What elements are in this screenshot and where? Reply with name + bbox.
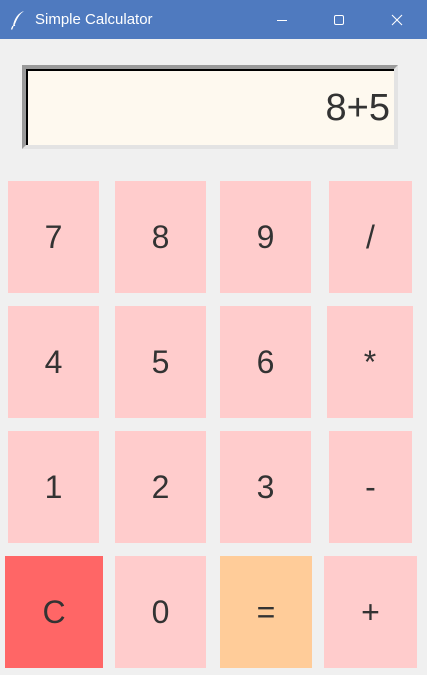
key-7[interactable]: 7: [8, 181, 99, 293]
close-icon: [391, 14, 403, 25]
key-multiply[interactable]: *: [327, 306, 413, 418]
key-8[interactable]: 8: [115, 181, 206, 293]
key-divide[interactable]: /: [329, 181, 412, 293]
key-9[interactable]: 9: [220, 181, 311, 293]
display-value: 8+5: [325, 86, 390, 129]
equals-button[interactable]: =: [220, 556, 312, 668]
key-5[interactable]: 5: [115, 306, 206, 418]
close-button[interactable]: [374, 0, 420, 39]
clear-button[interactable]: C: [5, 556, 103, 668]
maximize-button[interactable]: [316, 0, 362, 39]
minimize-button[interactable]: [259, 0, 305, 39]
maximize-icon: [334, 14, 344, 25]
calculator-display[interactable]: 8+5: [22, 65, 398, 149]
key-6[interactable]: 6: [220, 306, 311, 418]
minimize-icon: [277, 19, 287, 21]
display-entry[interactable]: 8+5: [26, 69, 394, 145]
key-1[interactable]: 1: [8, 431, 99, 543]
key-3[interactable]: 3: [220, 431, 311, 543]
key-0[interactable]: 0: [115, 556, 206, 668]
key-2[interactable]: 2: [115, 431, 206, 543]
title-bar[interactable]: Simple Calculator: [0, 0, 427, 39]
window-title: Simple Calculator: [35, 11, 153, 28]
key-subtract[interactable]: -: [329, 431, 412, 543]
key-add[interactable]: +: [324, 556, 417, 668]
key-4[interactable]: 4: [8, 306, 99, 418]
feather-icon: [10, 10, 28, 30]
